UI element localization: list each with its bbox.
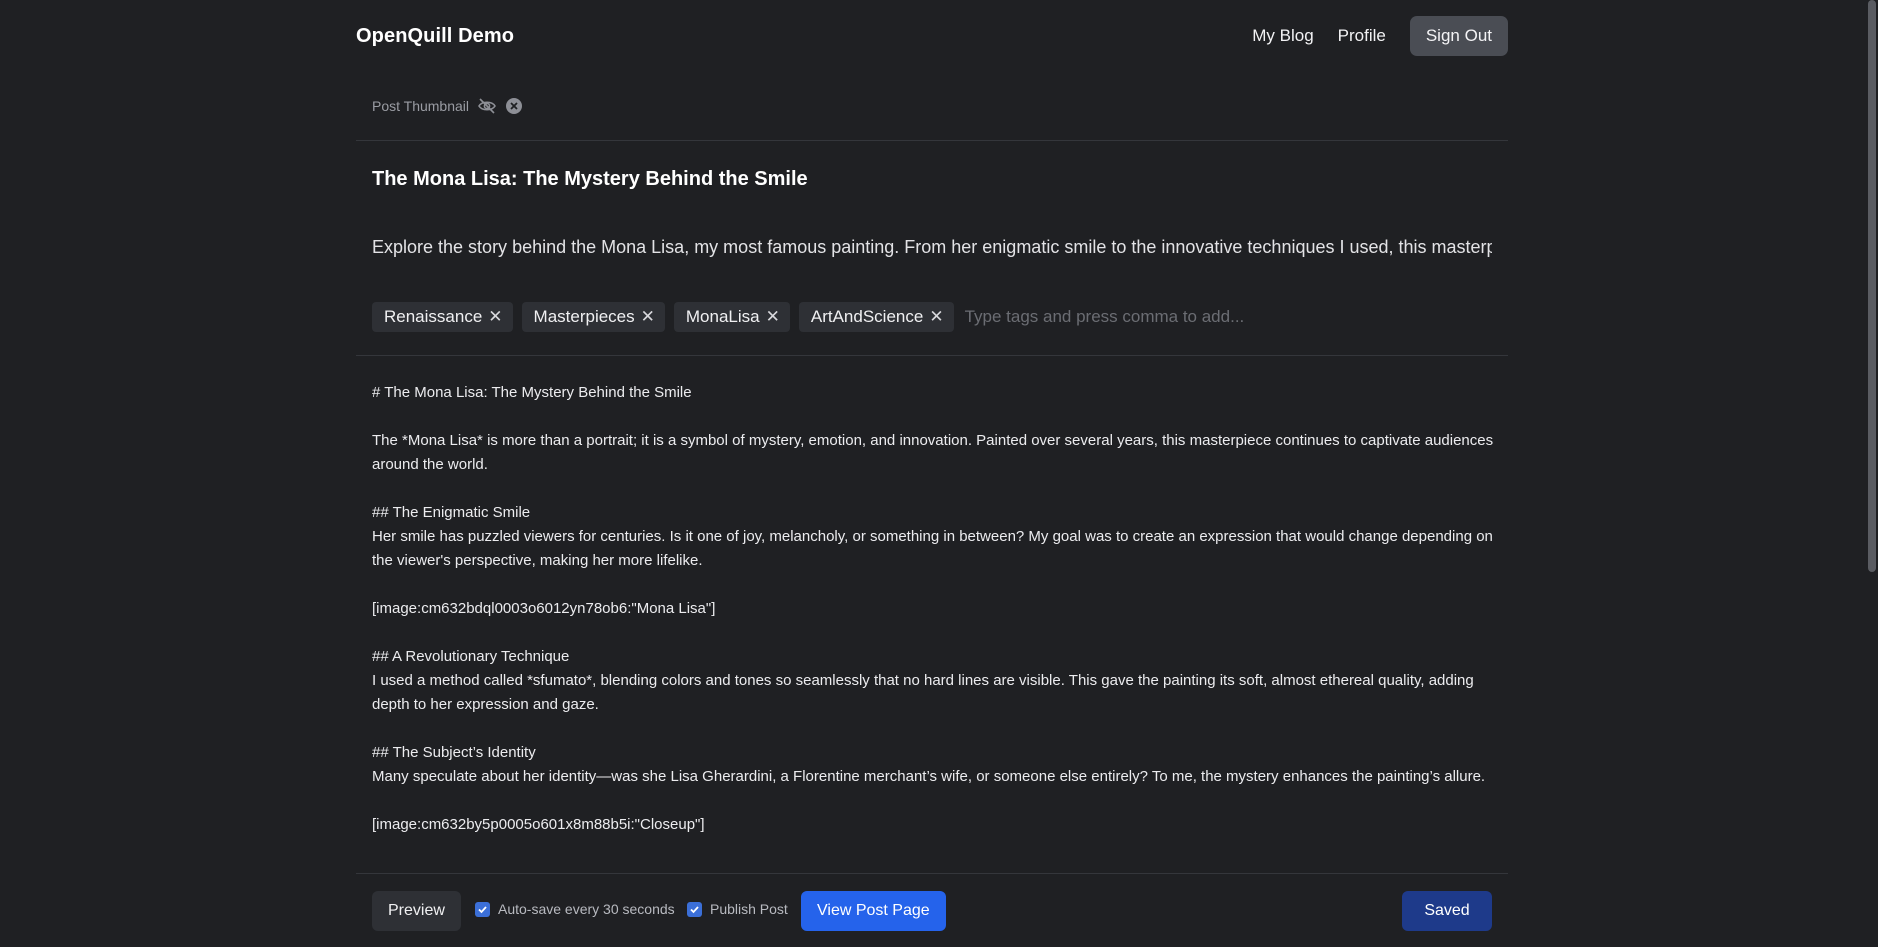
divider-middle [356, 355, 1508, 356]
tag-input[interactable] [962, 306, 1283, 328]
publish-toggle[interactable]: Publish Post [687, 901, 788, 917]
autosave-label: Auto-save every 30 seconds [498, 901, 675, 917]
sign-out-button[interactable]: Sign Out [1409, 16, 1508, 56]
view-post-page-button[interactable]: View Post Page [801, 891, 946, 931]
autosave-toggle[interactable]: Auto-save every 30 seconds [475, 901, 675, 917]
editor-line: Many speculate about her identity—was sh… [372, 768, 1486, 785]
eye-off-icon[interactable] [477, 97, 497, 115]
tag-chip: Masterpieces ✕ [521, 302, 665, 332]
remove-tag-icon[interactable]: ✕ [641, 307, 655, 327]
editor-line: ## A Revolutionary Technique [372, 648, 570, 665]
post-title-input[interactable]: The Mona Lisa: The Mystery Behind the Sm… [372, 168, 808, 191]
tag-label: Renaissance [384, 307, 483, 326]
editor-line: The *Mona Lisa* is more than a portrait;… [372, 432, 1494, 473]
scrollbar-thumb[interactable] [1868, 0, 1876, 572]
post-thumbnail-label: Post Thumbnail [372, 98, 470, 114]
editor-line: [image:cm632by5p0005o601x8m88b5i:"Closeu… [372, 816, 705, 833]
editor-line: I used a method called *sfumato*, blendi… [372, 672, 1474, 713]
tag-chip: MonaLisa ✕ [673, 302, 790, 332]
autosave-checkbox[interactable] [475, 901, 490, 917]
editor-blank-line [372, 789, 1500, 813]
editor-line: ## The Enigmatic Smile [372, 504, 531, 521]
post-thumbnail-row: Post Thumbnail [372, 95, 523, 117]
tag-chip: ArtAndScience ✕ [798, 302, 954, 332]
markdown-editor[interactable]: # The Mona Lisa: The Mystery Behind the … [372, 381, 1500, 871]
nav-my-blog[interactable]: My Blog [1252, 26, 1313, 46]
close-circle-icon[interactable] [505, 97, 523, 115]
editor-line: Her smile has puzzled viewers for centur… [372, 528, 1493, 569]
post-description-input[interactable]: Explore the story behind the Mona Lisa, … [372, 237, 1492, 258]
divider-top [356, 140, 1508, 141]
page-scrollbar[interactable] [1866, 0, 1878, 947]
editor-blank-line [372, 477, 1500, 501]
nav-profile[interactable]: Profile [1338, 26, 1386, 46]
editor-blank-line [372, 621, 1500, 645]
editor-line: ## The Subject’s Identity [372, 744, 536, 761]
top-header: OpenQuill Demo My Blog Profile Sign Out [356, 16, 1508, 56]
tag-label: MonaLisa [685, 307, 760, 326]
remove-tag-icon[interactable]: ✕ [929, 307, 943, 327]
tags-input-area: Renaissance ✕ Masterpieces ✕ MonaLisa ✕ … [372, 302, 1283, 332]
remove-tag-icon[interactable]: ✕ [766, 307, 780, 327]
tag-chip: Renaissance ✕ [372, 302, 513, 332]
brand-logo[interactable]: OpenQuill Demo [356, 25, 514, 48]
tag-label: ArtAndScience [810, 307, 924, 326]
editor-line: [image:cm632bdql0003o6012yn78ob6:"Mona L… [372, 600, 716, 617]
editor-blank-line [372, 717, 1500, 741]
top-nav: My Blog Profile Sign Out [1252, 16, 1508, 56]
saved-button[interactable]: Saved [1402, 891, 1492, 931]
publish-checkbox[interactable] [687, 901, 702, 917]
publish-label: Publish Post [710, 901, 788, 917]
preview-button[interactable]: Preview [372, 891, 461, 931]
remove-tag-icon[interactable]: ✕ [488, 307, 502, 327]
app-root: OpenQuill Demo My Blog Profile Sign Out … [0, 0, 1878, 947]
tag-label: Masterpieces [533, 307, 635, 326]
editor-blank-line [372, 405, 1500, 429]
editor-line: # The Mona Lisa: The Mystery Behind the … [372, 384, 692, 401]
bottom-toolbar: Preview Auto-save every 30 seconds Publi… [356, 873, 1508, 947]
editor-blank-line [372, 573, 1500, 597]
